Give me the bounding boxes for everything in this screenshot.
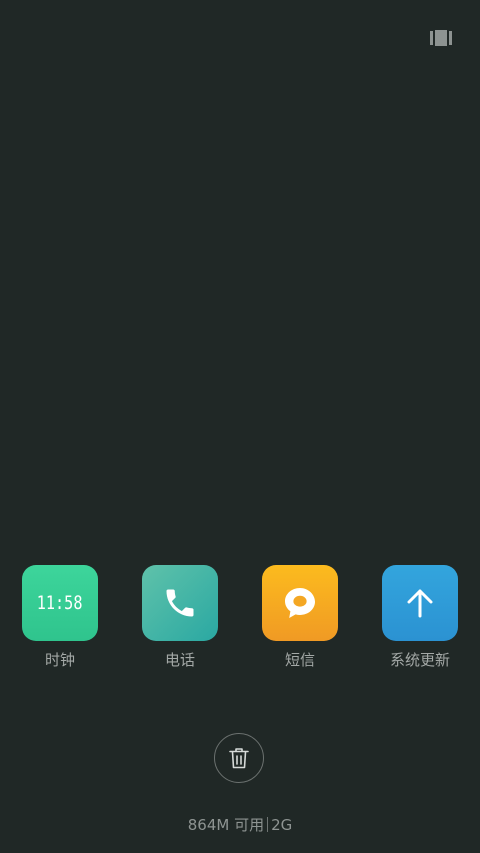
memory-divider	[267, 817, 269, 832]
trash-icon	[229, 748, 249, 769]
grid-view-icon	[430, 30, 452, 46]
recent-app-phone[interactable]: 电话	[125, 565, 235, 675]
message-icon	[262, 565, 338, 641]
memory-available: 864M 可用	[187, 816, 265, 834]
clock-icon-time: 11:58	[37, 592, 83, 614]
recent-app-messages[interactable]: 短信	[245, 565, 355, 675]
recent-app-clock[interactable]: 11:58 时钟	[5, 565, 115, 675]
memory-total: 2G	[271, 816, 293, 834]
recent-app-label: 电话	[164, 651, 195, 669]
clock-icon: 11:58	[22, 565, 98, 641]
recent-app-system-update[interactable]: 系统更新	[365, 565, 475, 675]
memory-info: 864M 可用 2G	[0, 816, 480, 834]
recent-app-label: 短信	[284, 651, 315, 669]
clear-all-button[interactable]	[214, 733, 264, 783]
phone-icon	[142, 565, 218, 641]
recent-app-label: 时钟	[44, 651, 75, 669]
recent-app-label: 系统更新	[389, 651, 450, 669]
view-toggle-button[interactable]	[430, 30, 452, 46]
arrow-up-icon	[382, 565, 458, 641]
recent-apps-row: 11:58 时钟 电话 短信 系统更新	[0, 565, 480, 675]
